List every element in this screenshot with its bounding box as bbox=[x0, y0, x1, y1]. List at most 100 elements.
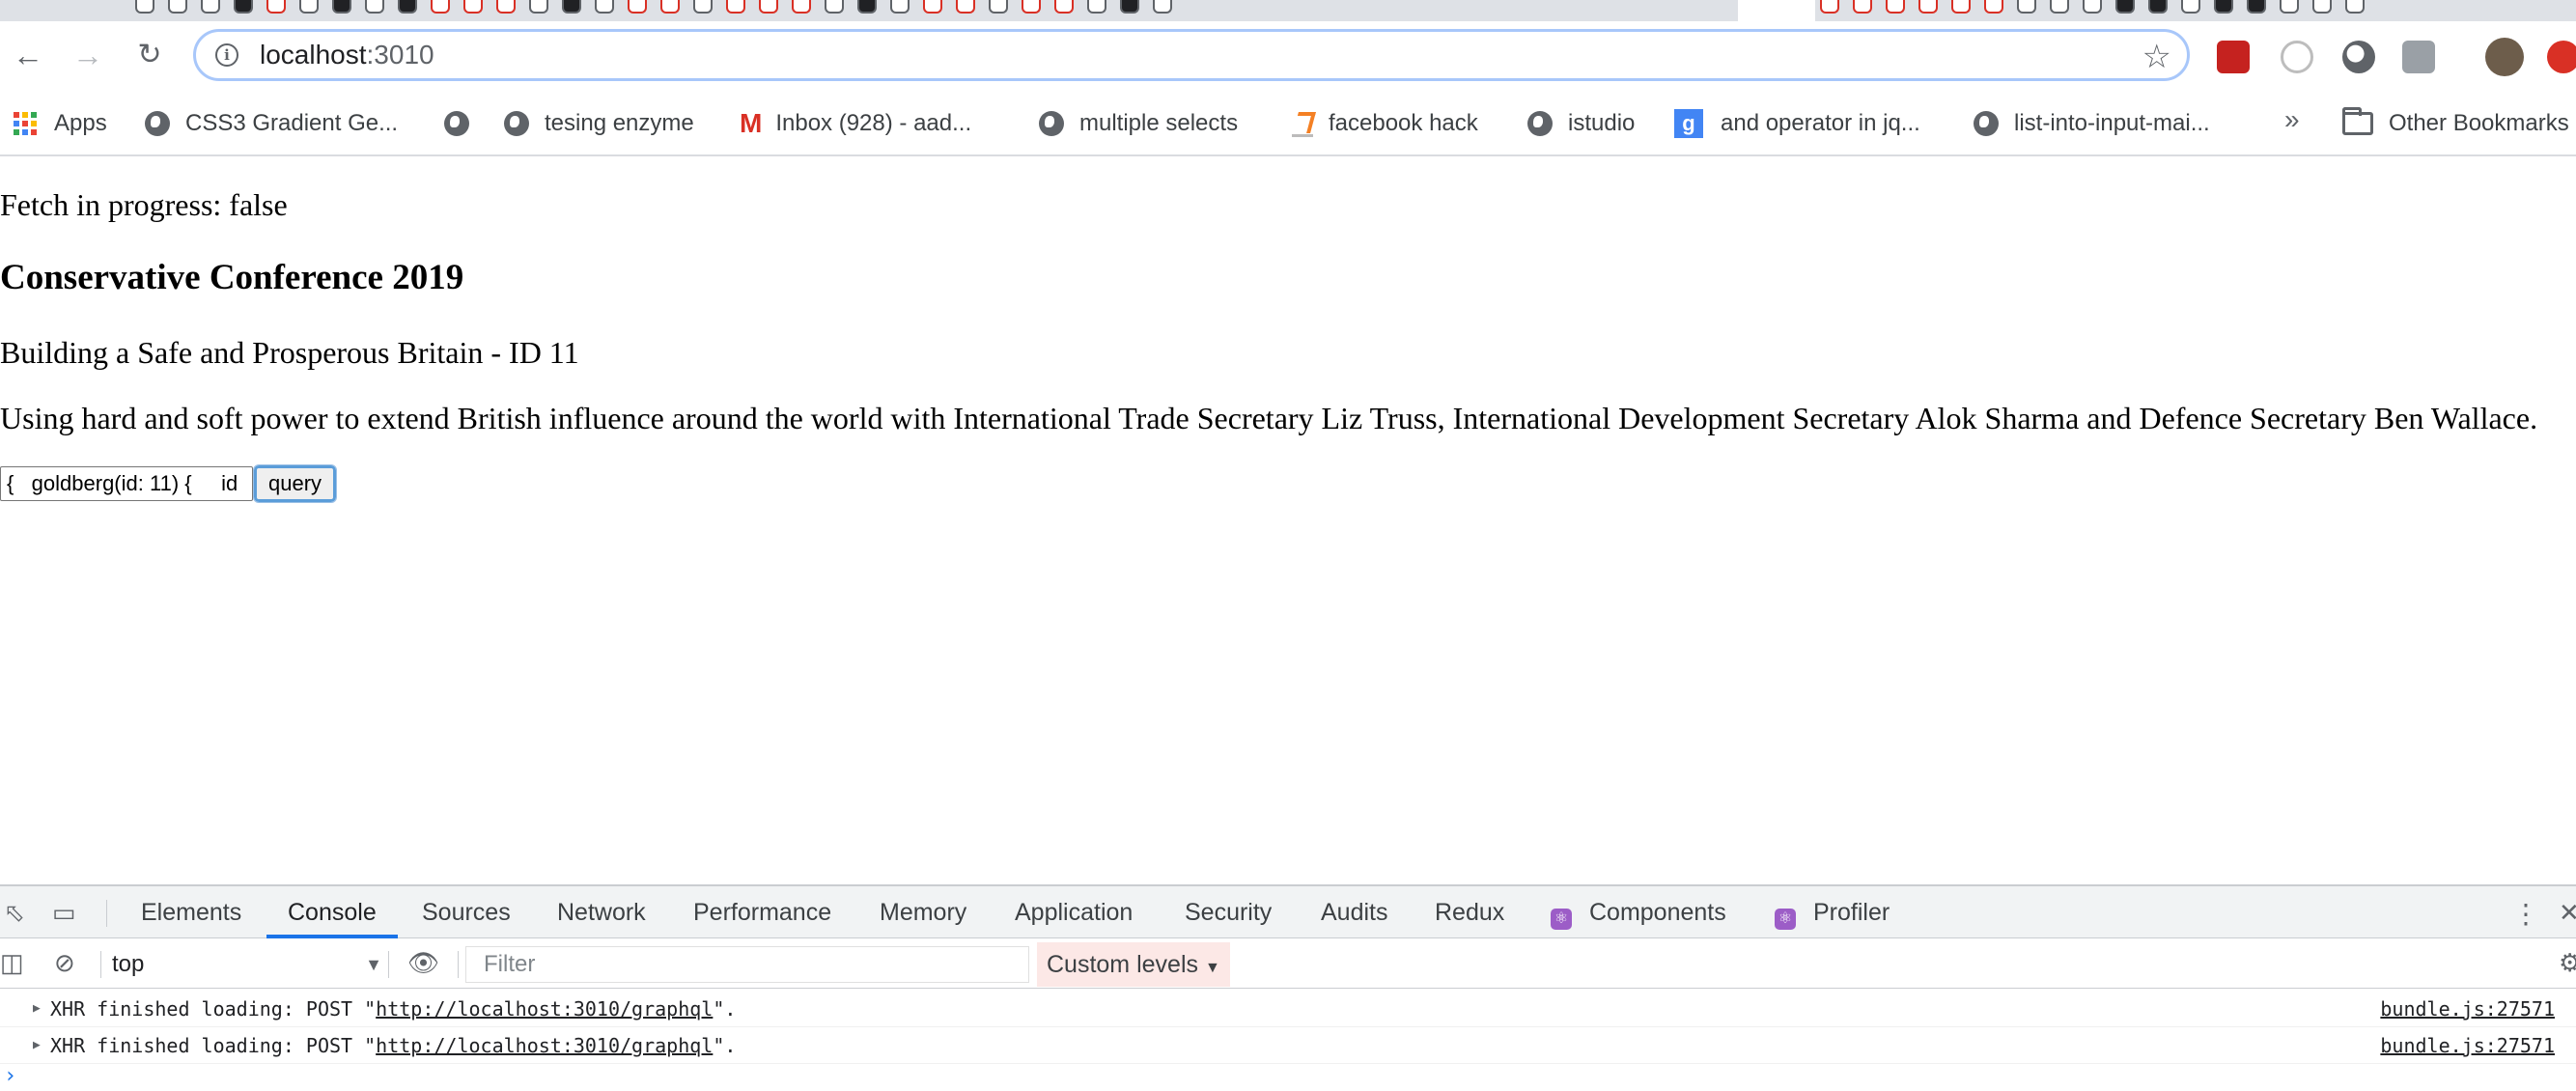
bookmark-css3-gradient[interactable]: CSS3 Gradient Ge... bbox=[145, 104, 398, 143]
query-button[interactable]: query bbox=[252, 464, 338, 503]
forward-arrow-icon[interactable]: → bbox=[68, 35, 108, 75]
bookmark-untitled[interactable] bbox=[444, 104, 485, 143]
tab-favicon[interactable] bbox=[463, 0, 483, 14]
tab-favicon[interactable] bbox=[1120, 0, 1139, 14]
tab-favicon[interactable] bbox=[693, 0, 713, 14]
tab-favicon[interactable] bbox=[2345, 0, 2365, 14]
tab-favicon[interactable] bbox=[562, 0, 581, 14]
tab-favicon[interactable] bbox=[759, 0, 778, 14]
tab-favicon[interactable] bbox=[1153, 0, 1172, 14]
tab-favicon[interactable] bbox=[496, 0, 516, 14]
tab-favicon[interactable] bbox=[365, 0, 384, 14]
tab-favicon[interactable] bbox=[595, 0, 614, 14]
back-arrow-icon[interactable]: ← bbox=[8, 35, 48, 75]
tab-favicon[interactable] bbox=[2280, 0, 2299, 14]
bookmark-star-icon[interactable]: ☆ bbox=[2142, 38, 2171, 76]
filter-input[interactable]: Filter bbox=[465, 946, 1029, 983]
tab-favicon[interactable] bbox=[168, 0, 187, 14]
tab-favicon[interactable] bbox=[1054, 0, 1074, 14]
console-log-row[interactable]: ▶ XHR finished loading: POST "http://loc… bbox=[0, 991, 2576, 1027]
info-icon[interactable]: i bbox=[215, 43, 238, 67]
update-alert-icon[interactable] bbox=[2547, 41, 2576, 73]
console-prompt-chevron-icon[interactable]: › bbox=[4, 1064, 16, 1088]
tab-components[interactable]: ⚛ Components bbox=[1551, 886, 1726, 938]
log-source-link[interactable]: bundle.js:27571 bbox=[2380, 991, 2555, 1027]
tab-favicon[interactable] bbox=[660, 0, 680, 14]
bookmark-istudio[interactable]: istudio bbox=[1527, 104, 1635, 143]
tab-favicon[interactable] bbox=[2247, 0, 2266, 14]
kebab-menu-icon[interactable]: ⋮ bbox=[2512, 898, 2541, 929]
address-bar[interactable]: i localhost:3010 ☆ bbox=[193, 29, 2190, 81]
tab-favicon[interactable] bbox=[1886, 0, 1905, 14]
bookmark-tesing-enzyme[interactable]: tesing enzyme bbox=[504, 104, 694, 143]
tab-sources[interactable]: Sources bbox=[422, 886, 511, 938]
tab-favicon[interactable] bbox=[989, 0, 1008, 14]
url-text[interactable]: localhost:3010 bbox=[260, 40, 434, 70]
extension-target-icon[interactable] bbox=[2281, 41, 2313, 73]
tab-redux[interactable]: Redux bbox=[1435, 886, 1504, 938]
tab-favicon[interactable] bbox=[857, 0, 877, 14]
extension-red-icon[interactable] bbox=[2217, 41, 2250, 73]
tab-favicon[interactable] bbox=[2083, 0, 2102, 14]
tab-favicon[interactable] bbox=[1853, 0, 1872, 14]
tab-favicon[interactable] bbox=[1918, 0, 1938, 14]
log-link[interactable]: http://localhost:3010/graphql bbox=[376, 997, 713, 1021]
tab-favicon[interactable] bbox=[726, 0, 745, 14]
tab-favicon[interactable] bbox=[2050, 0, 2069, 14]
tab-favicon[interactable] bbox=[2312, 0, 2332, 14]
tab-favicon[interactable] bbox=[2181, 0, 2200, 14]
tab-audits[interactable]: Audits bbox=[1321, 886, 1387, 938]
tab-favicon[interactable] bbox=[201, 0, 220, 14]
levels-dropdown[interactable]: Custom levels ▼ bbox=[1037, 942, 1230, 987]
log-source-link[interactable]: bundle.js:27571 bbox=[2380, 1027, 2555, 1064]
context-select[interactable]: top ▼ bbox=[112, 948, 382, 981]
bookmark-list-into-input[interactable]: list-into-input-mai... bbox=[1974, 104, 2210, 143]
tab-performance[interactable]: Performance bbox=[693, 886, 831, 938]
eye-icon[interactable]: 👁 bbox=[407, 948, 439, 977]
log-link[interactable]: http://localhost:3010/graphql bbox=[376, 1034, 713, 1057]
tab-console[interactable]: Console bbox=[266, 886, 398, 938]
bookmark-inbox[interactable]: M Inbox (928) - aad... bbox=[740, 104, 971, 143]
active-tab[interactable] bbox=[1738, 0, 1815, 21]
reload-icon[interactable]: ↻ bbox=[129, 35, 170, 75]
tab-favicon[interactable] bbox=[890, 0, 910, 14]
tab-favicon[interactable] bbox=[2148, 0, 2168, 14]
tab-favicon[interactable] bbox=[332, 0, 351, 14]
console-log-row[interactable]: ▶ XHR finished loading: POST "http://loc… bbox=[0, 1027, 2576, 1064]
tab-favicon[interactable] bbox=[299, 0, 319, 14]
sidebar-toggle-icon[interactable]: ◫ bbox=[0, 948, 29, 977]
bookmark-facebook-hack[interactable]: facebook hack bbox=[1292, 104, 1478, 143]
tab-favicon[interactable] bbox=[2017, 0, 2036, 14]
tab-favicon[interactable] bbox=[234, 0, 253, 14]
expand-triangle-icon[interactable]: ▶ bbox=[33, 1027, 41, 1064]
tab-favicon[interactable] bbox=[1087, 0, 1106, 14]
other-bookmarks[interactable]: Other Bookmarks bbox=[2342, 104, 2569, 143]
query-input[interactable]: { goldberg(id: 11) { id bbox=[0, 466, 253, 501]
tab-favicon[interactable] bbox=[792, 0, 811, 14]
tab-memory[interactable]: Memory bbox=[880, 886, 966, 938]
extension-circle-icon[interactable] bbox=[2342, 41, 2375, 73]
tab-favicon[interactable] bbox=[529, 0, 548, 14]
device-toggle-icon[interactable]: ▭ bbox=[52, 898, 81, 927]
tab-favicon[interactable] bbox=[2214, 0, 2233, 14]
bookmark-multiple-selects[interactable]: multiple selects bbox=[1039, 104, 1238, 143]
tab-favicon[interactable] bbox=[1984, 0, 2003, 14]
tab-favicon[interactable] bbox=[431, 0, 450, 14]
close-icon[interactable]: ✕ bbox=[2559, 898, 2576, 927]
tab-favicon[interactable] bbox=[2115, 0, 2135, 14]
tab-favicon[interactable] bbox=[956, 0, 975, 14]
tab-profiler[interactable]: ⚛ Profiler bbox=[1775, 886, 1890, 938]
settings-gear-icon[interactable]: ⚙ bbox=[2559, 948, 2576, 977]
tab-favicon[interactable] bbox=[398, 0, 417, 14]
tab-security[interactable]: Security bbox=[1185, 886, 1272, 938]
tab-favicon[interactable] bbox=[1951, 0, 1971, 14]
tab-elements[interactable]: Elements bbox=[141, 886, 241, 938]
tab-application[interactable]: Application bbox=[1015, 886, 1133, 938]
tab-favicon[interactable] bbox=[1820, 0, 1839, 14]
profile-avatar[interactable] bbox=[2485, 38, 2524, 76]
tab-favicon[interactable] bbox=[266, 0, 286, 14]
bookmark-apps[interactable]: Apps bbox=[14, 104, 107, 143]
extension-gray-icon[interactable] bbox=[2402, 41, 2435, 73]
expand-triangle-icon[interactable]: ▶ bbox=[33, 991, 41, 1027]
bookmark-and-operator[interactable]: g and operator in jq... bbox=[1674, 104, 1920, 143]
